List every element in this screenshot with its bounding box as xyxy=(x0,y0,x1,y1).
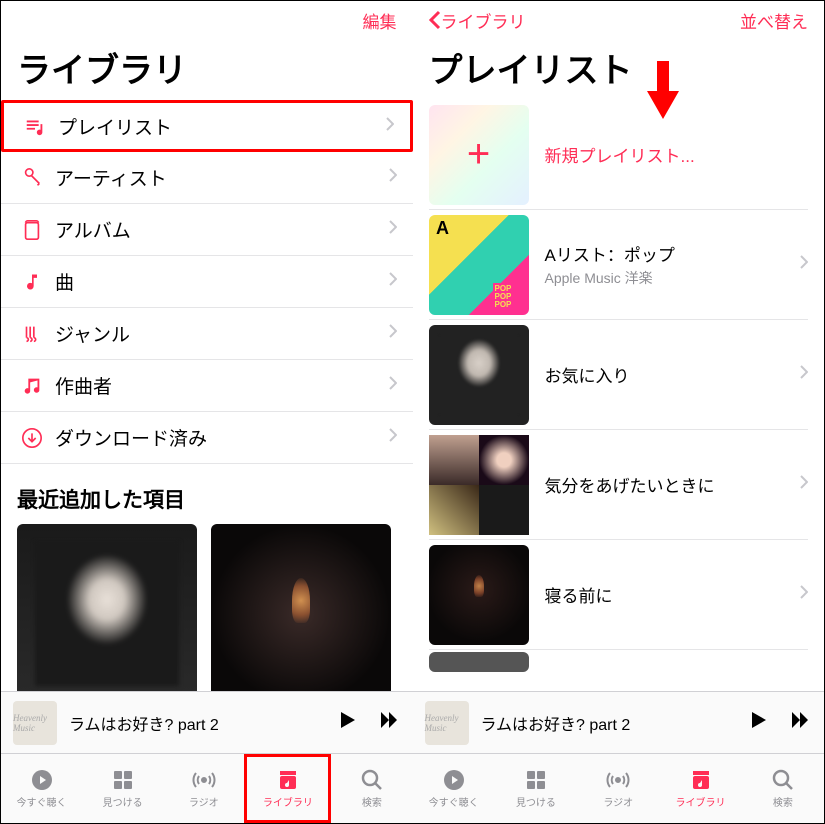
row-label: アルバム xyxy=(47,216,389,243)
plus-icon: + xyxy=(429,105,529,205)
recent-grid xyxy=(1,524,413,691)
playlist-art xyxy=(429,215,529,315)
playlist-list: + 新規プレイリスト... Aリスト：ポップApple Music 洋楽 お気に… xyxy=(413,100,825,691)
screen-playlists: ライブラリ 並べ替え プレイリスト + 新規プレイリスト... Aリスト：ポップ… xyxy=(413,1,825,823)
row-label: アーティスト xyxy=(47,164,389,191)
chevron-right-icon xyxy=(800,475,808,494)
sort-button[interactable]: 並べ替え xyxy=(740,8,808,33)
row-label: 曲 xyxy=(47,268,389,295)
page-title: ライブラリ xyxy=(1,39,413,100)
playlist-row[interactable]: お気に入り xyxy=(429,320,809,430)
page-title: プレイリスト xyxy=(413,39,825,100)
playlist-row[interactable]: 気分をあげたいときに xyxy=(429,430,809,540)
now-playing-art: Heavenly Music xyxy=(13,701,57,745)
notes-icon xyxy=(17,375,47,397)
playlist-art xyxy=(429,652,529,672)
chevron-right-icon xyxy=(389,168,397,187)
now-playing-title: ラムはお好き? part 2 xyxy=(69,711,323,735)
now-playing-title: ラムはお好き? part 2 xyxy=(481,711,735,735)
playlist-art xyxy=(429,325,529,425)
chevron-right-icon xyxy=(389,376,397,395)
chevron-right-icon xyxy=(800,585,808,604)
row-playlist[interactable]: プレイリスト xyxy=(1,100,413,152)
chevron-right-icon xyxy=(800,365,808,384)
section-recent: 最近追加した項目 xyxy=(1,464,413,524)
next-button[interactable] xyxy=(788,708,812,737)
playlist-row[interactable] xyxy=(429,650,809,674)
tabbar: 今すぐ聴く 見つける ラジオ ライブラリ 検索 xyxy=(1,753,413,823)
play-button[interactable] xyxy=(335,708,359,737)
tab-search[interactable]: 検索 xyxy=(331,754,412,823)
chevron-right-icon xyxy=(389,220,397,239)
screen-library: 編集 ライブラリ プレイリスト アーティスト アルバム 曲 ジャンル xyxy=(1,1,413,823)
guitar-icon xyxy=(17,323,47,345)
chevron-right-icon xyxy=(389,272,397,291)
now-playing-bar[interactable]: Heavenly Music ラムはお好き? part 2 xyxy=(413,691,825,753)
note-icon xyxy=(17,272,47,292)
album-icon xyxy=(17,219,47,241)
tab-listen[interactable]: 今すぐ聴く xyxy=(1,754,82,823)
tab-radio[interactable]: ラジオ xyxy=(163,754,244,823)
tab-browse[interactable]: 見つける xyxy=(495,754,577,823)
playlist-icon xyxy=(20,115,50,137)
row-label: ジャンル xyxy=(47,320,389,347)
playlist-art xyxy=(429,545,529,645)
chevron-right-icon xyxy=(389,324,397,343)
now-playing-art: Heavenly Music xyxy=(425,701,469,745)
row-label: プレイリスト xyxy=(50,113,386,140)
edit-button[interactable]: 編集 xyxy=(363,8,397,33)
row-label: 作曲者 xyxy=(47,372,389,399)
tabbar: 今すぐ聴く 見つける ラジオ ライブラリ 検索 xyxy=(413,753,825,823)
tab-browse[interactable]: 見つける xyxy=(82,754,163,823)
row-album[interactable]: アルバム xyxy=(1,204,413,256)
topbar: ライブラリ 並べ替え xyxy=(413,1,825,39)
next-button[interactable] xyxy=(377,708,401,737)
tab-library[interactable]: ライブラリ xyxy=(659,754,741,823)
tab-listen[interactable]: 今すぐ聴く xyxy=(413,754,495,823)
row-downloaded[interactable]: ダウンロード済み xyxy=(1,412,413,464)
mic-icon xyxy=(17,167,47,189)
playlist-art xyxy=(429,435,529,535)
new-playlist-button[interactable]: + 新規プレイリスト... xyxy=(429,100,809,210)
chevron-right-icon xyxy=(386,117,394,136)
recent-album-2[interactable] xyxy=(211,524,391,691)
download-icon xyxy=(17,427,47,449)
playlist-row[interactable]: 寝る前に xyxy=(429,540,809,650)
playlist-row[interactable]: Aリスト：ポップApple Music 洋楽 xyxy=(429,210,809,320)
library-list: プレイリスト アーティスト アルバム 曲 ジャンル 作曲者 xyxy=(1,100,413,691)
annotation-arrow xyxy=(643,61,683,126)
tab-search[interactable]: 検索 xyxy=(742,754,824,823)
row-artist[interactable]: アーティスト xyxy=(1,152,413,204)
chevron-right-icon xyxy=(800,255,808,274)
back-button[interactable]: ライブラリ xyxy=(429,8,526,33)
row-genre[interactable]: ジャンル xyxy=(1,308,413,360)
topbar: 編集 xyxy=(1,1,413,39)
row-label: ダウンロード済み xyxy=(47,424,389,451)
now-playing-bar[interactable]: Heavenly Music ラムはお好き? part 2 xyxy=(1,691,413,753)
play-button[interactable] xyxy=(746,708,770,737)
tab-library[interactable]: ライブラリ xyxy=(244,754,331,823)
recent-album-1[interactable] xyxy=(17,524,197,691)
row-songs[interactable]: 曲 xyxy=(1,256,413,308)
chevron-right-icon xyxy=(389,428,397,447)
row-composer[interactable]: 作曲者 xyxy=(1,360,413,412)
tab-radio[interactable]: ラジオ xyxy=(577,754,659,823)
